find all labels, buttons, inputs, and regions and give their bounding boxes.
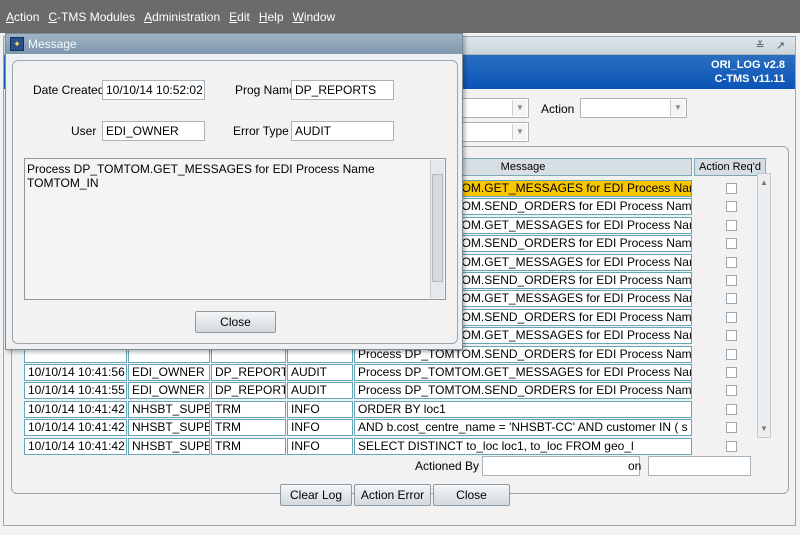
cell-type[interactable]: INFO xyxy=(287,400,353,418)
cell-user[interactable]: NHSBT_SUPERUSER xyxy=(128,437,210,455)
cell-type[interactable]: AUDIT xyxy=(287,364,353,381)
actioned-by-label: Actioned By xyxy=(415,459,480,473)
menu-item[interactable]: Action xyxy=(6,10,39,24)
cell-message[interactable]: AND b.cost_centre_name = 'NHSBT-CC' AND … xyxy=(354,419,692,437)
message-text-area[interactable]: Process DP_TOMTOM.GET_MESSAGES for EDI P… xyxy=(24,158,446,300)
dialog-title: Message xyxy=(28,37,77,51)
menu-label: dit xyxy=(237,9,250,24)
actioned-by-field[interactable] xyxy=(482,456,640,476)
action-reqd-checkbox[interactable] xyxy=(726,183,737,194)
scroll-thumb[interactable] xyxy=(432,174,443,282)
cell-prog[interactable]: DP_REPORTS xyxy=(211,364,286,381)
menu-mnemonic: E xyxy=(229,9,238,24)
cell-date[interactable]: 10/10/14 10:41:55 xyxy=(24,382,127,400)
action-reqd-checkbox[interactable] xyxy=(726,367,737,378)
prog-name-label: Prog Name xyxy=(235,83,296,97)
log-list-scrollbar[interactable]: ▲ ▼ xyxy=(757,173,771,438)
chevron-down-icon[interactable]: ▼ xyxy=(512,124,527,140)
menu-item[interactable]: Edit xyxy=(229,10,250,24)
cell-type[interactable]: AUDIT xyxy=(287,382,353,400)
menu-label: elp xyxy=(267,9,284,24)
menu-item[interactable]: Help xyxy=(259,10,284,24)
cell-type[interactable]: INFO xyxy=(287,437,353,455)
menu-item[interactable]: Administration xyxy=(144,10,220,24)
prog-name-field[interactable]: DP_REPORTS xyxy=(291,80,394,100)
cell-message[interactable]: Process DP_TOMTOM.GET_MESSAGES for EDI P… xyxy=(354,364,692,381)
scroll-down-icon[interactable]: ▼ xyxy=(758,422,770,435)
cell-prog[interactable]: DP_REPORTS xyxy=(211,382,286,400)
cell-date[interactable]: 10/10/14 10:41:56 xyxy=(24,364,127,381)
menu-mnemonic: H xyxy=(258,9,268,24)
scroll-up-icon[interactable]: ▲ xyxy=(758,176,770,189)
action-reqd-checkbox[interactable] xyxy=(726,422,737,434)
version-line-2: C-TMS v11.11 xyxy=(714,73,785,85)
action-reqd-checkbox[interactable] xyxy=(726,330,737,342)
version-line-1: ORI_LOG v2.8 xyxy=(711,59,785,71)
menu-label: ction xyxy=(14,9,40,24)
cell-prog[interactable]: TRM xyxy=(211,437,286,455)
menu-mnemonic: A xyxy=(144,9,153,24)
menu-label: indow xyxy=(303,9,336,24)
error-type-field[interactable]: AUDIT xyxy=(291,121,394,141)
cell-message[interactable]: ORDER BY loc1 xyxy=(354,400,692,418)
action-filter-label: Action xyxy=(541,102,575,116)
menu-mnemonic: W xyxy=(292,9,304,24)
version-info: ORI_LOG v2.8 C-TMS v11.11 xyxy=(711,58,785,86)
window-controls-icon[interactable]: ≚ ↗ xyxy=(756,39,790,52)
message-text: Process DP_TOMTOM.GET_MESSAGES for EDI P… xyxy=(27,162,375,190)
action-reqd-checkbox[interactable] xyxy=(726,238,737,250)
filter-combo-2[interactable]: ▼ xyxy=(459,122,529,142)
action-reqd-checkbox[interactable] xyxy=(726,385,737,397)
message-dialog: ✦ Message Date Created 10/10/14 10:52:02… xyxy=(5,33,463,350)
column-header-action-reqd[interactable]: Action Req'd xyxy=(694,158,766,176)
chevron-down-icon[interactable]: ▼ xyxy=(512,100,527,116)
action-reqd-checkbox[interactable] xyxy=(726,440,737,452)
user-field[interactable]: EDI_OWNER xyxy=(102,121,205,141)
chevron-down-icon[interactable]: ▼ xyxy=(670,100,685,116)
action-error-button[interactable]: Action Error xyxy=(354,484,431,506)
menu-label: -TMS Modules xyxy=(57,9,136,24)
cell-date[interactable]: 10/10/14 10:41:42 xyxy=(24,400,127,418)
action-reqd-checkbox[interactable] xyxy=(726,348,737,360)
user-label: User xyxy=(71,124,97,138)
action-reqd-checkbox[interactable] xyxy=(726,275,737,286)
actioned-on-field[interactable] xyxy=(648,456,751,476)
action-reqd-checkbox[interactable] xyxy=(726,219,737,231)
cell-message[interactable]: SELECT DISTINCT to_loc loc1, to_loc FROM… xyxy=(354,437,692,455)
cell-prog[interactable]: TRM xyxy=(211,400,286,418)
action-reqd-checkbox[interactable] xyxy=(726,256,737,268)
cell-message[interactable]: Process DP_TOMTOM.SEND_ORDERS for EDI Pr… xyxy=(354,382,692,400)
date-created-label: Date Created xyxy=(33,83,105,97)
action-reqd-checkbox[interactable] xyxy=(726,293,737,305)
dialog-title-bar: ✦ Message xyxy=(6,34,462,54)
action-reqd-checkbox[interactable] xyxy=(726,311,737,323)
message-scrollbar[interactable] xyxy=(430,160,444,298)
on-label: on xyxy=(628,459,642,473)
error-type-label: Error Type xyxy=(233,124,289,138)
menu-bar: Action C-TMS Modules Administration Edit Hel… xyxy=(0,0,800,33)
action-filter-combo[interactable]: ▼ xyxy=(580,98,687,118)
close-button[interactable]: Close xyxy=(433,484,510,506)
menu-item[interactable]: C-TMS Modules xyxy=(48,10,135,24)
cell-user[interactable]: NHSBT_SUPERUSER xyxy=(128,400,210,418)
menu-mnemonic: A xyxy=(6,9,15,24)
date-created-field[interactable]: 10/10/14 10:52:02 xyxy=(102,80,205,100)
action-reqd-checkbox[interactable] xyxy=(726,403,737,415)
menu-item[interactable]: Window xyxy=(293,10,336,24)
menu-mnemonic: C xyxy=(48,9,58,24)
cell-date[interactable]: 10/10/14 10:41:42 xyxy=(24,437,127,455)
action-reqd-checkbox[interactable] xyxy=(726,201,737,213)
clear-log-button[interactable]: Clear Log xyxy=(280,484,352,506)
cell-type[interactable]: INFO xyxy=(287,419,353,437)
menu-label: dministration xyxy=(152,9,221,24)
cell-user[interactable]: EDI_OWNER xyxy=(128,364,210,381)
dialog-panel: Date Created 10/10/14 10:52:02 Prog Name… xyxy=(12,60,458,344)
cell-prog[interactable]: TRM xyxy=(211,419,286,437)
cell-user[interactable]: EDI_OWNER xyxy=(128,382,210,400)
cell-date[interactable]: 10/10/14 10:41:42 xyxy=(24,419,127,437)
dialog-close-button[interactable]: Close xyxy=(195,311,276,333)
app-icon: ✦ xyxy=(10,37,24,51)
filter-combo-1[interactable]: ▼ xyxy=(459,98,529,118)
cell-user[interactable]: NHSBT_SUPERUSER xyxy=(128,419,210,437)
